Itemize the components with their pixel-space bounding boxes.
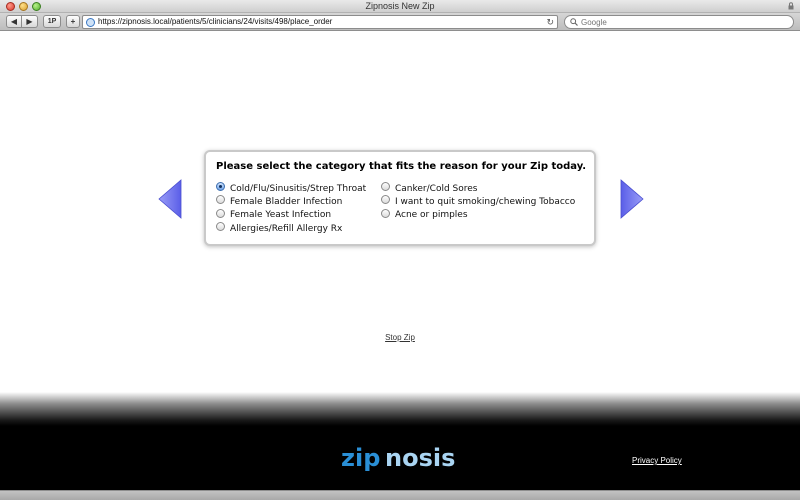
arrow-right-icon[interactable]	[620, 179, 644, 219]
option-label: Female Bladder Infection	[230, 196, 343, 207]
add-bookmark-button[interactable]: +	[66, 15, 80, 28]
stop-zip-link[interactable]: Stop Zip	[0, 333, 800, 342]
forward-button[interactable]: ▶	[22, 15, 38, 28]
option-quit-smoking[interactable]: I want to quit smoking/chewing Tobacco	[381, 195, 575, 208]
status-bar	[0, 490, 800, 500]
logo-zip: zip	[341, 444, 380, 472]
radio-cold-flu[interactable]	[216, 182, 225, 192]
option-yeast-infection[interactable]: Female Yeast Infection	[216, 208, 366, 222]
option-acne[interactable]: Acne or pimples	[381, 208, 575, 222]
lock-icon	[788, 2, 794, 10]
option-label: Allergies/Refill Allergy Rx	[230, 223, 343, 234]
page-content: Please select the category that fits the…	[0, 32, 800, 392]
radio-canker-sores[interactable]	[381, 182, 390, 192]
reload-icon[interactable]: ↻	[546, 17, 554, 27]
radio-acne[interactable]	[381, 208, 390, 218]
category-card: Please select the category that fits the…	[204, 150, 596, 246]
search-input[interactable]	[581, 16, 781, 28]
radio-yeast-infection[interactable]	[216, 208, 225, 218]
option-label: I want to quit smoking/chewing Tobacco	[395, 196, 576, 207]
option-canker-sores[interactable]: Canker/Cold Sores	[381, 182, 575, 195]
window-title: Zipnosis New Zip	[365, 1, 435, 11]
site-globe-icon	[86, 18, 95, 27]
arrow-left-icon[interactable]	[158, 179, 182, 219]
radio-bladder-infection[interactable]	[216, 195, 225, 205]
address-bar[interactable]: https://zipnosis.local/patients/5/clinic…	[82, 15, 558, 29]
back-button[interactable]: ◀	[6, 15, 22, 28]
category-prompt: Please select the category that fits the…	[216, 161, 587, 172]
option-label: Female Yeast Infection	[230, 210, 332, 221]
option-label: Canker/Cold Sores	[395, 183, 478, 194]
option-label: Cold/Flu/Sinusitis/Strep Throat	[230, 183, 367, 194]
option-cold-flu[interactable]: Cold/Flu/Sinusitis/Strep Throat	[216, 182, 366, 195]
logo-nosis: nosis	[385, 444, 455, 472]
option-allergies[interactable]: Allergies/Refill Allergy Rx	[216, 222, 366, 235]
onepassword-button[interactable]: 1P	[43, 15, 61, 28]
page-footer: zip nosis Privacy Policy	[0, 392, 800, 500]
privacy-policy-link[interactable]: Privacy Policy	[632, 456, 682, 465]
search-bar[interactable]	[564, 15, 794, 29]
option-bladder-infection[interactable]: Female Bladder Infection	[216, 195, 366, 208]
zipnosis-logo: zip nosis	[341, 444, 455, 472]
search-icon	[570, 18, 578, 26]
url-text[interactable]: https://zipnosis.local/patients/5/clinic…	[98, 16, 332, 28]
window-titlebar: Zipnosis New Zip	[0, 0, 800, 13]
option-label: Acne or pimples	[395, 210, 468, 221]
radio-quit-smoking[interactable]	[381, 195, 390, 205]
category-options-right: Canker/Cold Sores I want to quit smoking…	[381, 182, 575, 222]
browser-toolbar: ◀ ▶ 1P + https://zipnosis.local/patients…	[0, 13, 800, 31]
category-options-left: Cold/Flu/Sinusitis/Strep Throat Female B…	[216, 182, 366, 235]
radio-allergies[interactable]	[216, 222, 225, 232]
